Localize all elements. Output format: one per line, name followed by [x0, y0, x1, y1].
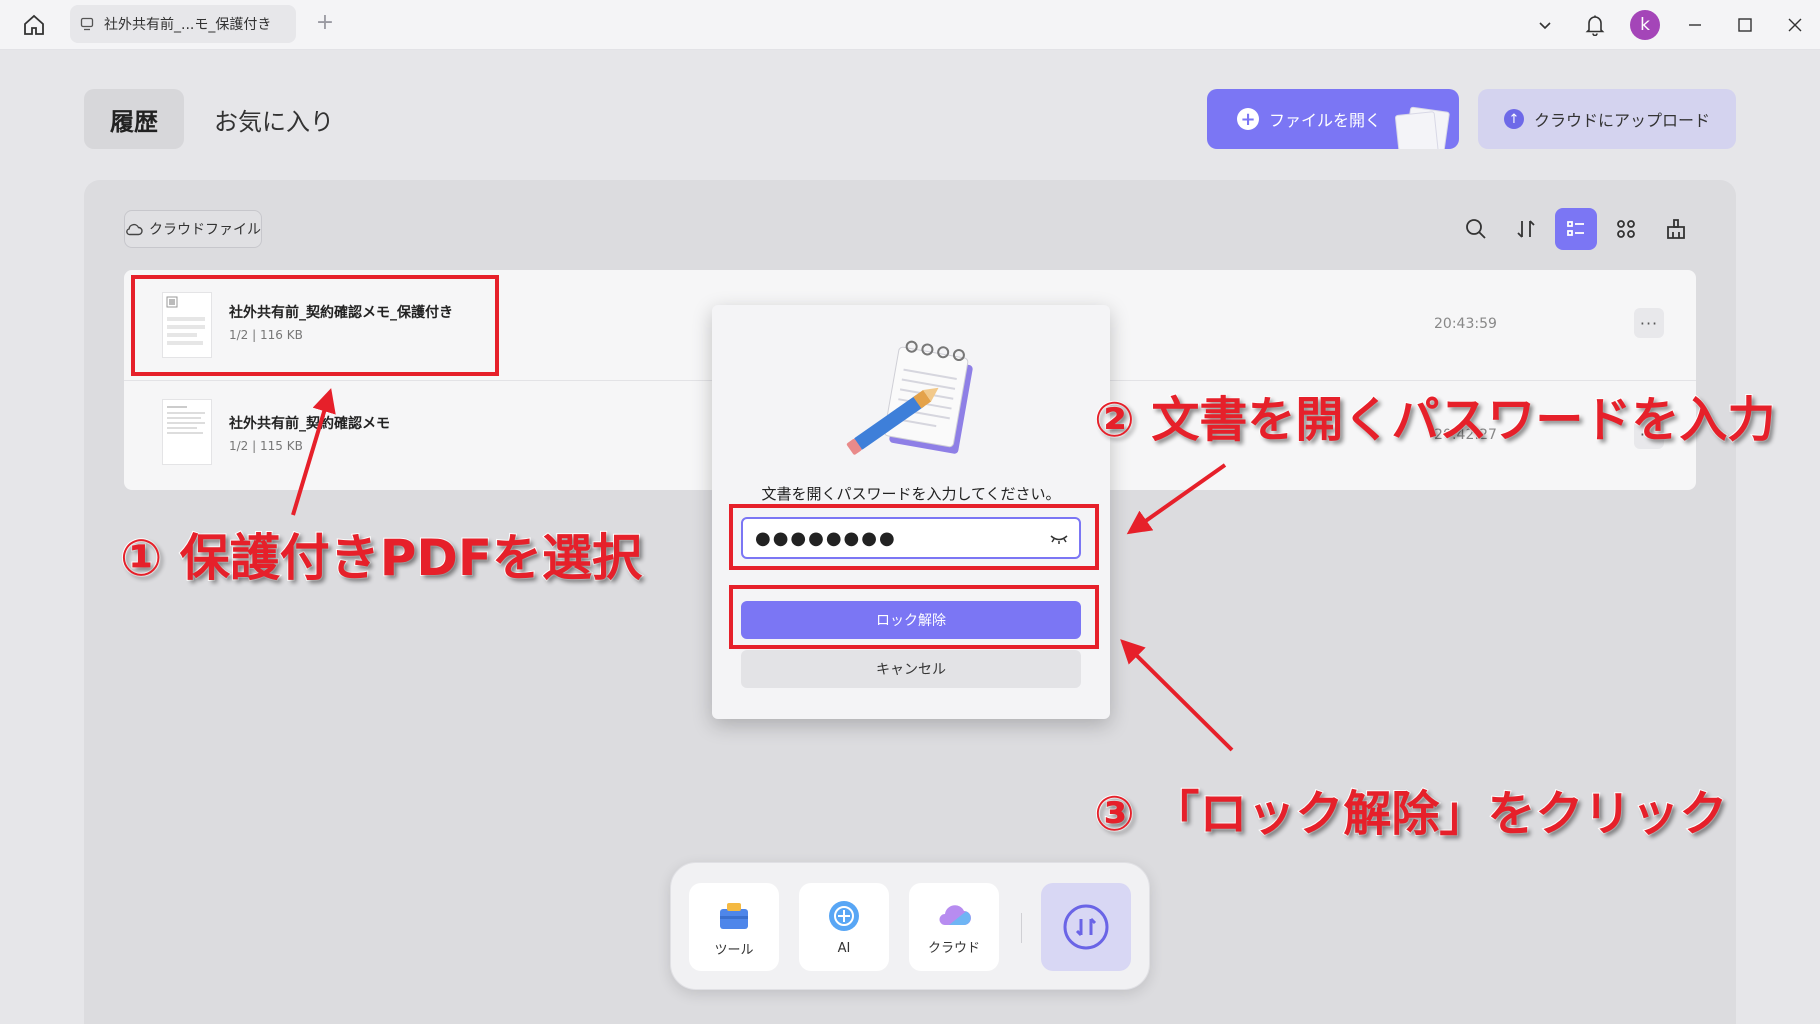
dock-cloud-button[interactable]: クラウド: [909, 883, 999, 971]
annotation-step3: ③ 「ロック解除」をクリック: [1093, 785, 1728, 843]
highlight-password-input: [729, 504, 1099, 570]
file-time: 20:43:59: [1434, 316, 1497, 332]
plus-icon: +: [1237, 108, 1259, 130]
close-button[interactable]: [1770, 0, 1820, 50]
cancel-button[interactable]: キャンセル: [741, 650, 1081, 688]
search-button[interactable]: [1455, 208, 1497, 250]
documents-illustration-icon: [1393, 103, 1455, 149]
home-button[interactable]: [18, 10, 50, 40]
view-toolbar: [1455, 208, 1697, 250]
bottom-dock: ツール AI クラウド: [670, 862, 1150, 990]
dock-ai-label: AI: [837, 941, 851, 956]
tab-history[interactable]: 履歴: [84, 89, 184, 149]
tab-label: 社外共有前_...モ_保護付き: [104, 17, 272, 33]
annotation-step2: ② 文書を開くパスワードを入力: [1093, 391, 1776, 449]
dock-tools-button[interactable]: ツール: [689, 883, 779, 971]
tab-list-button[interactable]: [1520, 0, 1570, 50]
dock-convert-button[interactable]: [1041, 883, 1131, 971]
tab-favorites[interactable]: お気に入り: [214, 89, 334, 149]
file-name: 社外共有前_契約確認メモ: [229, 416, 390, 432]
clear-history-button[interactable]: [1655, 208, 1697, 250]
toolbox-icon: [720, 903, 748, 929]
bell-icon: [1585, 15, 1605, 36]
list-view-button[interactable]: [1555, 208, 1597, 250]
convert-icon: [1063, 904, 1109, 950]
minimize-button[interactable]: [1670, 0, 1720, 50]
home-icon: [24, 14, 44, 35]
list-view-icon: [1567, 221, 1584, 236]
cloud-files-filter[interactable]: クラウドファイル: [124, 210, 262, 248]
broom-icon: [1667, 219, 1685, 239]
highlight-unlock-button: [729, 585, 1099, 649]
open-file-label: ファイルを開く: [1269, 111, 1382, 130]
dock-cloud-label: クラウド: [927, 941, 980, 956]
password-prompt: 文書を開くパスワードを入力してください。: [761, 485, 1061, 503]
file-thumbnail: [162, 399, 212, 465]
close-icon: [1788, 18, 1802, 32]
maximize-icon: [1738, 18, 1752, 32]
dock-tools-label: ツール: [714, 943, 754, 958]
dock-divider: [1021, 913, 1022, 943]
grid-view-icon: [1617, 220, 1635, 238]
more-options-button[interactable]: ···: [1634, 308, 1664, 338]
new-tab-button[interactable]: +: [312, 10, 338, 35]
tab-document[interactable]: 社外共有前_...モ_保護付き: [70, 5, 296, 43]
maximize-button[interactable]: [1720, 0, 1770, 50]
sort-icon: [1517, 220, 1535, 238]
open-file-button[interactable]: + ファイルを開く: [1207, 89, 1459, 149]
minimize-icon: [1689, 24, 1701, 26]
grid-view-button[interactable]: [1605, 208, 1647, 250]
upload-to-cloud-button[interactable]: ↑ クラウドにアップロード: [1478, 89, 1736, 149]
search-icon: [1466, 219, 1486, 239]
upload-arrow-icon: ↑: [1503, 109, 1524, 129]
notepad-pencil-icon: [846, 340, 973, 455]
ai-icon: [829, 901, 859, 931]
cloud-icon: [125, 222, 143, 236]
chevron-down-icon: [1539, 22, 1551, 30]
title-bar: 社外共有前_...モ_保護付き + k: [0, 0, 1820, 50]
sort-button[interactable]: [1505, 208, 1547, 250]
file-meta: 1/2 | 115 KB: [229, 439, 303, 453]
cloud-files-label: クラウドファイル: [149, 222, 261, 238]
annotation-step1: ① 保護付きPDFを選択: [119, 528, 643, 588]
highlight-protected-file: [131, 275, 499, 376]
document-tab-icon: [80, 17, 98, 31]
upload-label: クラウドにアップロード: [1533, 111, 1710, 130]
cloud-service-icon: [939, 905, 971, 925]
account-button[interactable]: k: [1620, 0, 1670, 50]
notifications-button[interactable]: [1570, 0, 1620, 50]
dock-ai-button[interactable]: AI: [799, 883, 889, 971]
avatar: k: [1630, 10, 1660, 40]
